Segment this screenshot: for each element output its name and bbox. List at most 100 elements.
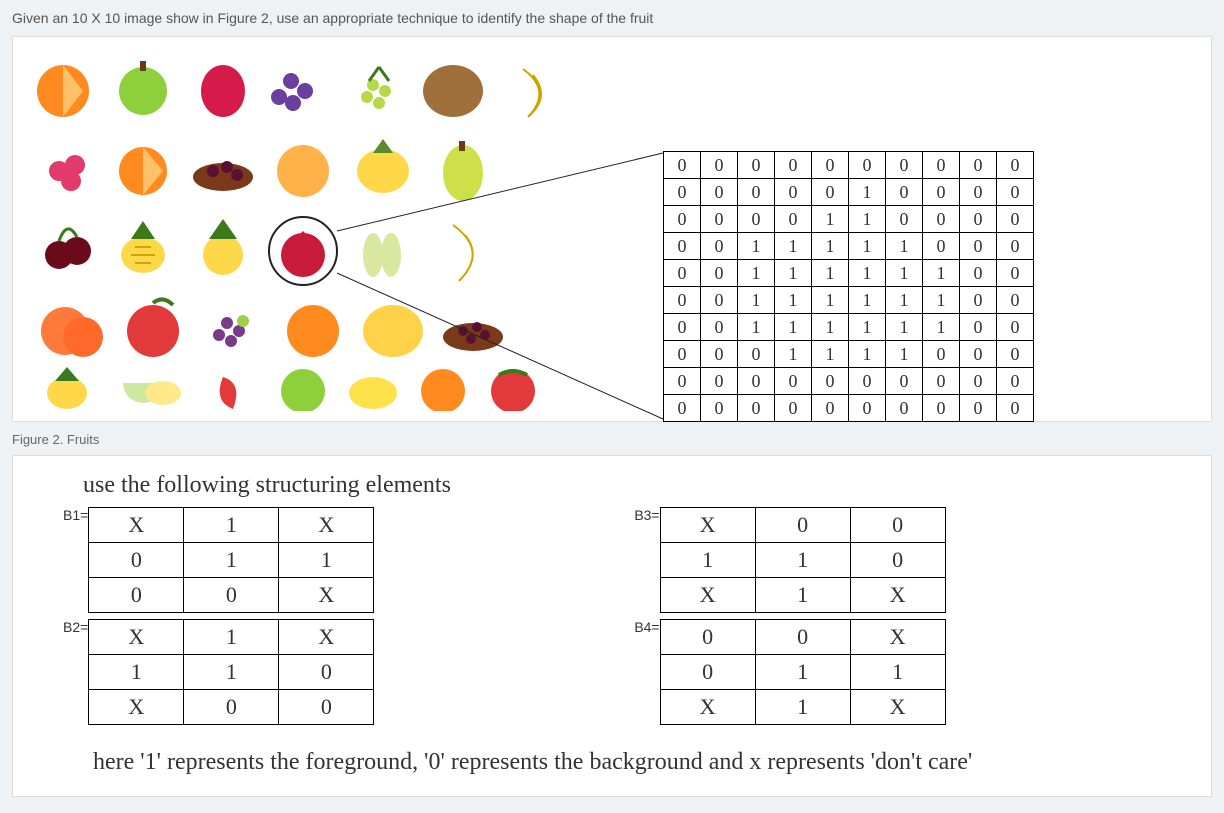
cell: 1: [849, 341, 886, 368]
cell: 0: [997, 314, 1034, 341]
cell: 0: [738, 395, 775, 422]
cell: 0: [812, 179, 849, 206]
cell: 1: [738, 233, 775, 260]
cell: 0: [279, 690, 374, 725]
cell: 1: [923, 260, 960, 287]
cell: 0: [923, 395, 960, 422]
figure-caption: Figure 2. Fruits: [0, 426, 1224, 451]
cell: 0: [997, 233, 1034, 260]
cell: 0: [701, 260, 738, 287]
cell: 1: [184, 620, 279, 655]
cell: 0: [886, 368, 923, 395]
cell: 0: [923, 179, 960, 206]
cell: 0: [664, 206, 701, 233]
cell: 0: [701, 395, 738, 422]
cell: 0: [923, 341, 960, 368]
cell: 0: [960, 287, 997, 314]
cell: 0: [849, 395, 886, 422]
cell: 0: [997, 206, 1034, 233]
cell: X: [89, 690, 184, 725]
question-text: Given an 10 X 10 image show in Figure 2,…: [0, 0, 1224, 32]
cell: 1: [755, 690, 850, 725]
cell: 1: [755, 578, 850, 613]
cell: 0: [664, 233, 701, 260]
se-intro-text: use the following structuring elements: [83, 472, 1191, 499]
cell: 0: [664, 179, 701, 206]
cell: 0: [701, 233, 738, 260]
cell: 0: [89, 543, 184, 578]
cell: X: [89, 620, 184, 655]
cell: 0: [849, 152, 886, 179]
cell: 0: [997, 287, 1034, 314]
cell: X: [850, 578, 945, 613]
cell: 0: [923, 152, 960, 179]
cell: 0: [997, 368, 1034, 395]
cell: 1: [849, 287, 886, 314]
cell: X: [850, 690, 945, 725]
cell: 0: [89, 578, 184, 613]
cell: 0: [960, 152, 997, 179]
cell: 0: [755, 620, 850, 655]
cell: 1: [886, 260, 923, 287]
cell: X: [660, 508, 755, 543]
se-b3-table: X00110X1X: [660, 507, 946, 613]
cell: 1: [812, 287, 849, 314]
cell: 0: [184, 578, 279, 613]
cell: 0: [960, 395, 997, 422]
cell: 0: [997, 179, 1034, 206]
cell: 1: [775, 233, 812, 260]
cell: 0: [923, 368, 960, 395]
cell: 1: [849, 179, 886, 206]
cell: 0: [664, 341, 701, 368]
se-b4-table: 00X011X1X: [660, 619, 946, 725]
cell: 0: [664, 152, 701, 179]
cell: 1: [775, 314, 812, 341]
cell: 1: [89, 655, 184, 690]
cell: 0: [664, 260, 701, 287]
cell: 1: [775, 260, 812, 287]
cell: X: [279, 620, 374, 655]
cell: 1: [812, 233, 849, 260]
cell: 0: [701, 152, 738, 179]
cell: X: [279, 508, 374, 543]
cell: 1: [738, 287, 775, 314]
cell: 0: [775, 395, 812, 422]
cell: 0: [701, 314, 738, 341]
cell: 1: [279, 543, 374, 578]
cell: 0: [886, 179, 923, 206]
cell: 0: [279, 655, 374, 690]
cell: 0: [886, 206, 923, 233]
cell: 1: [738, 260, 775, 287]
cell: 0: [960, 341, 997, 368]
cell: 1: [849, 233, 886, 260]
cell: 0: [960, 314, 997, 341]
cell: 0: [850, 543, 945, 578]
cell: 0: [812, 395, 849, 422]
cell: 1: [812, 314, 849, 341]
cell: 0: [738, 152, 775, 179]
se-b2-table: X1X110X00: [88, 619, 374, 725]
cell: 0: [886, 395, 923, 422]
cell: 1: [184, 508, 279, 543]
cell: 0: [660, 620, 755, 655]
cell: 0: [701, 368, 738, 395]
cell: 0: [960, 206, 997, 233]
label-b4: B4=: [634, 619, 659, 635]
label-b1: B1=: [63, 507, 88, 523]
cell: 0: [701, 287, 738, 314]
cell: 0: [664, 314, 701, 341]
cell: X: [660, 578, 755, 613]
structuring-elements-panel: use the following structuring elements B…: [12, 455, 1212, 797]
cell: 0: [960, 233, 997, 260]
cell: 0: [664, 395, 701, 422]
label-b3: B3=: [634, 507, 659, 523]
cell: 0: [701, 179, 738, 206]
cell: 1: [775, 341, 812, 368]
cell: X: [89, 508, 184, 543]
cell: 0: [775, 206, 812, 233]
cell: 1: [812, 206, 849, 233]
cell: X: [279, 578, 374, 613]
cell: 0: [701, 341, 738, 368]
cell: 1: [755, 655, 850, 690]
cell: 1: [923, 314, 960, 341]
